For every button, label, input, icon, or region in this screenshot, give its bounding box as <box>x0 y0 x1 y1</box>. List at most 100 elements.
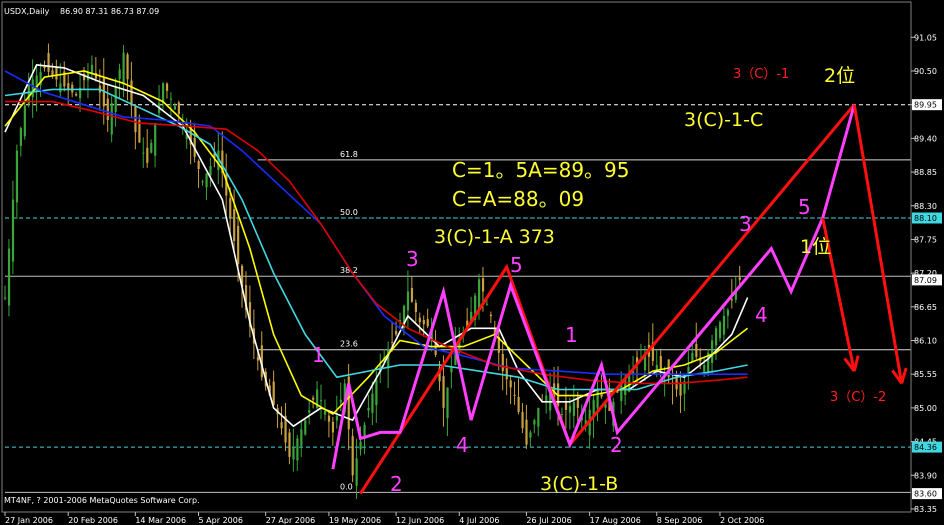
candle-body <box>560 414 564 415</box>
candle-body <box>47 53 50 72</box>
price-marker-label: 88.10 <box>914 214 937 223</box>
candle-body <box>67 83 70 90</box>
candle-body <box>205 173 208 188</box>
candle-body <box>296 438 299 461</box>
candle-body <box>679 383 682 396</box>
candle-body <box>19 128 22 146</box>
chart-symbol: USDX,Daily <box>4 7 50 16</box>
candle-body <box>201 181 204 183</box>
price-tick-label: 86.10 <box>914 337 937 346</box>
time-tick-label: 17 Aug 2006 <box>590 516 641 525</box>
candle-body <box>513 394 516 396</box>
candle-body <box>304 420 307 435</box>
candle-body <box>718 322 722 339</box>
candle-body <box>501 353 504 372</box>
wave-label: 3 <box>406 247 419 271</box>
price-tick-label: 83.35 <box>914 505 937 514</box>
candle-body <box>481 278 485 292</box>
candle-body <box>371 393 374 413</box>
candle-body <box>51 70 54 76</box>
candle-body <box>292 447 295 460</box>
candle-body <box>351 436 354 476</box>
time-tick-label: 12 Jun 2006 <box>396 516 444 525</box>
price-tick-label: 85.00 <box>914 404 937 413</box>
price-tick-label: 83.90 <box>914 471 937 480</box>
candle-body <box>233 209 236 241</box>
candle-body <box>726 309 730 316</box>
candle-body <box>11 199 15 262</box>
candle-body <box>229 198 232 218</box>
candle-body <box>576 398 579 408</box>
candle-body <box>237 225 240 264</box>
candle-body <box>391 341 394 343</box>
wave-label: 4 <box>755 303 768 327</box>
price-tick-label: 90.50 <box>914 67 937 76</box>
candle-body <box>71 84 74 93</box>
candle-body <box>715 328 718 346</box>
candle-body <box>446 387 449 419</box>
fib-level-label: 61.8 <box>340 150 358 159</box>
candle-body <box>272 381 275 405</box>
price-tick-label: 87.75 <box>914 235 937 244</box>
candle-body <box>31 79 34 98</box>
candle-body <box>711 340 714 363</box>
wave-label: 5 <box>798 195 811 219</box>
candle-body <box>169 98 173 100</box>
candle-body <box>23 105 26 137</box>
price-marker-label: 87.09 <box>914 276 937 285</box>
candle-body <box>142 152 145 154</box>
candle-body <box>320 400 323 402</box>
candle-body <box>478 279 481 310</box>
candle-body <box>165 83 169 91</box>
candle-body <box>146 147 149 163</box>
candle-body <box>162 83 165 104</box>
candle-body <box>280 422 283 429</box>
time-tick-label: 27 Jan 2006 <box>5 516 53 525</box>
candle-body <box>489 314 493 316</box>
candle-body <box>75 93 78 96</box>
candle-body <box>450 367 453 373</box>
candle-body <box>300 429 303 447</box>
annotation-c-ratio: C=1。5A=89。95 <box>452 158 630 182</box>
candle-body <box>55 67 58 80</box>
annotation-wave-a: 3(C)-1-A 373 <box>434 226 555 248</box>
time-tick-label: 20 Feb 2006 <box>68 516 118 525</box>
candle-body <box>106 98 109 120</box>
price-marker-label: 84.36 <box>914 443 937 452</box>
candle-body <box>395 330 398 335</box>
wave-label: 2 <box>610 433 623 457</box>
candle-body <box>110 103 113 135</box>
price-marker-label: 89.95 <box>914 101 937 110</box>
candle-body <box>695 343 698 357</box>
wave-label: 1 <box>565 323 578 347</box>
annotation-wave-b: 3(C)-1-B <box>540 473 618 495</box>
candle-body <box>134 106 137 133</box>
candle-body <box>545 395 548 402</box>
candle-body <box>509 380 512 388</box>
candle-body <box>323 410 327 415</box>
fib-level-label: 50.0 <box>340 208 358 217</box>
wave-label: 1 <box>312 343 325 367</box>
candle-body <box>533 420 536 425</box>
candle-body <box>359 441 362 450</box>
price-tick-label: 85.55 <box>914 370 937 379</box>
candle-body <box>154 123 157 156</box>
candle-body <box>7 248 11 306</box>
candle-body <box>173 106 177 110</box>
candle-body <box>312 397 315 400</box>
candle-body <box>355 458 358 486</box>
candle-body <box>485 303 489 305</box>
time-tick-label: 4 Jul 2006 <box>459 516 499 525</box>
candle-body <box>209 165 212 176</box>
price-tick-label: 88.30 <box>914 202 937 211</box>
price-chart[interactable]: 61.850.038.223.60.0 C=1。5A=89。95C=A=88。0… <box>0 0 944 525</box>
candle-body <box>722 316 726 335</box>
candle-body <box>564 401 568 410</box>
candle-body <box>730 299 733 301</box>
time-tick-label: 27 Apr 2006 <box>266 516 315 525</box>
candle-body <box>122 52 125 85</box>
price-tick-label: 88.85 <box>914 168 937 177</box>
candle-body <box>659 355 662 370</box>
candle-body <box>308 409 311 413</box>
candle-body <box>703 365 706 372</box>
